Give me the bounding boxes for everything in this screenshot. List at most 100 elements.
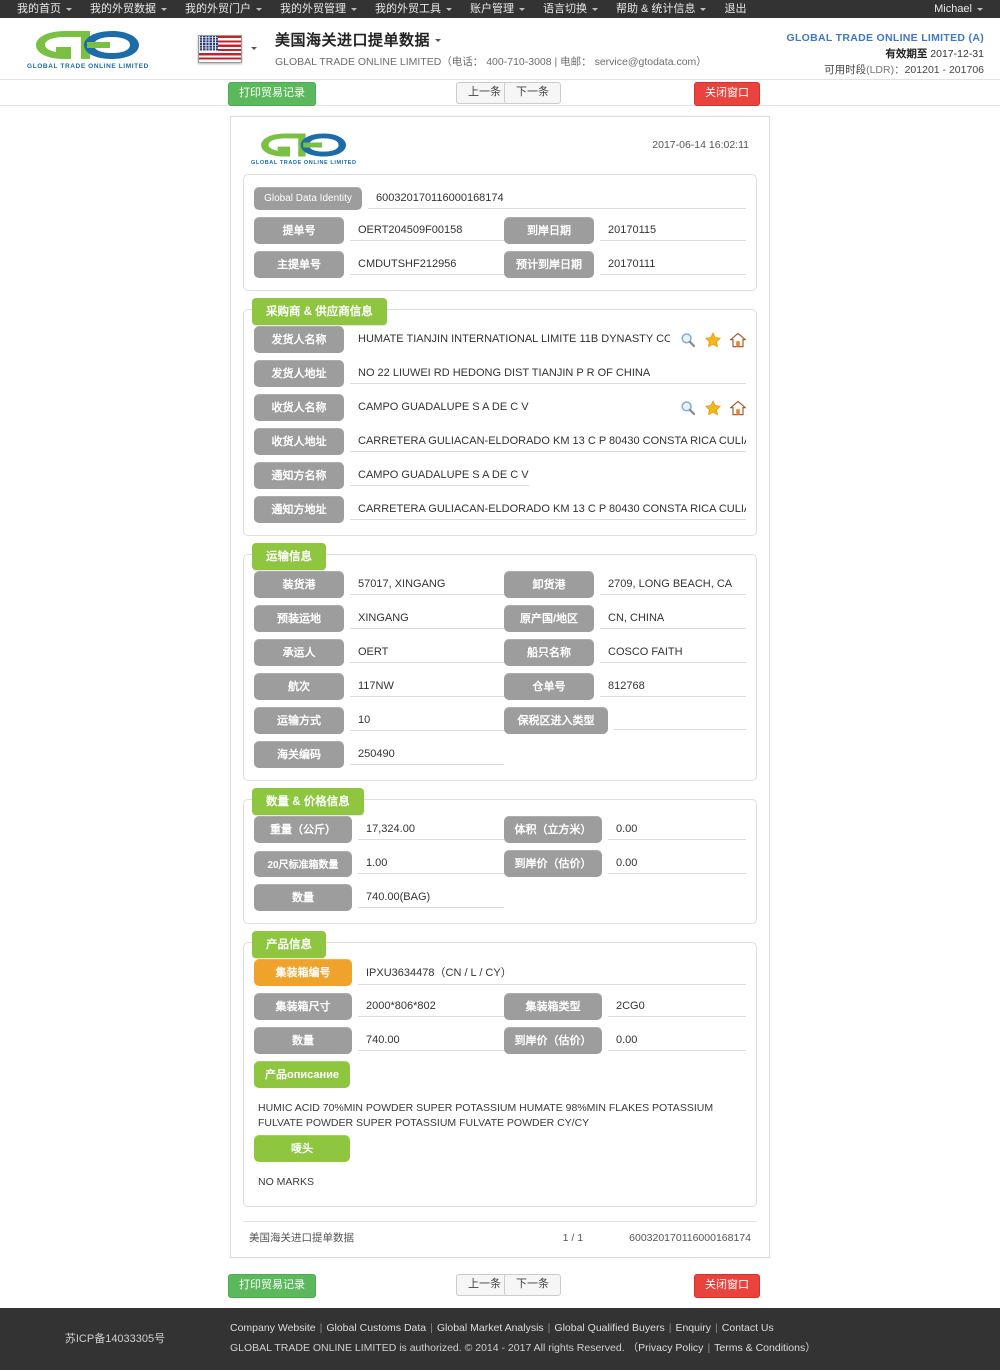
- nav-item-account-management[interactable]: 账户管理: [461, 0, 534, 18]
- weight-row: 重量（公斤） 17,324.00 体积（立方米） 0.00: [254, 816, 746, 843]
- star-icon[interactable]: [705, 331, 721, 348]
- account-ldr-label: 可用时段: [824, 64, 867, 76]
- notify-name-row: 通知方名称 CAMPO GUADALUPE S A DE C V: [254, 462, 746, 489]
- carrier-value: OERT: [350, 643, 504, 663]
- voyage-label: 航次: [254, 673, 344, 700]
- footer-link-global-market-analysis[interactable]: Global Market Analysis: [437, 1322, 544, 1334]
- chevron-down-icon: [251, 47, 257, 50]
- global-data-identity-label: Global Data Identity: [254, 187, 362, 210]
- chevron-down-icon: [435, 39, 442, 43]
- nav-item-trade-management[interactable]: 我的外贸管理: [271, 0, 366, 18]
- footer-link-enquiry[interactable]: Enquiry: [675, 1322, 711, 1334]
- footer-link-global-qualified-buyers[interactable]: Global Qualified Buyers: [554, 1322, 664, 1334]
- page-title: 美国海关进口提单数据: [275, 29, 707, 50]
- volume-value: 0.00: [608, 820, 746, 840]
- page-title-block: 美国海关进口提单数据 GLOBAL TRADE ONLINE LIMITED（电…: [275, 29, 707, 69]
- discharge-port-value: 2709, LONG BEACH, CA: [600, 575, 746, 595]
- home-icon[interactable]: [730, 400, 746, 416]
- account-expiry-value: 2017-12-31: [930, 48, 984, 60]
- port-row: 装货港 57017, XINGANG 卸货港 2709, LONG BEACH,…: [254, 571, 746, 598]
- footer-columns: Company Website | Global Customs Data | Glob…: [230, 1318, 1000, 1358]
- footer-legal-close: ）: [805, 1342, 816, 1354]
- loading-port-value: 57017, XINGANG: [350, 575, 504, 595]
- nav-item-label: 帮助 & 统计信息: [616, 3, 696, 15]
- container-type-value: 2CG0: [608, 997, 746, 1017]
- sheet-footer-source: 美国海关进口提单数据: [249, 1232, 354, 1244]
- user-name-label: Michael: [934, 3, 972, 15]
- shipper-address-label: 发货人地址: [254, 360, 344, 387]
- home-icon[interactable]: [730, 332, 746, 348]
- nav-item-help-stats[interactable]: 帮助 & 统计信息: [607, 0, 715, 18]
- container-size-row: 集装箱尺寸 2000*806*802 集装箱类型 2CG0: [254, 993, 746, 1020]
- consignee-name-row: 收货人名称 CAMPO GUADALUPE S A DE C V: [254, 394, 746, 421]
- footer-separator: |: [707, 1342, 711, 1354]
- pre-carriage-label: 预装运地: [254, 605, 344, 632]
- nav-item-trade-tools[interactable]: 我的外贸工具: [366, 0, 461, 18]
- chevron-down-icon: [592, 7, 598, 11]
- nav-item-trade-data[interactable]: 我的外贸数据: [81, 0, 176, 18]
- sheet-timestamp: 2017-06-14 16:02:11: [652, 139, 749, 151]
- footer-link-terms-conditions[interactable]: Terms & Conditions: [714, 1342, 805, 1354]
- nav-item-user-menu[interactable]: Michael: [925, 0, 992, 18]
- footer-link-company-website[interactable]: Company Website: [230, 1322, 316, 1334]
- shipping-marks-label: 唛头: [254, 1135, 350, 1162]
- consignee-name-value: CAMPO GUADALUPE S A DE C V: [358, 401, 529, 413]
- country-selector[interactable]: [198, 34, 257, 63]
- close-window-button[interactable]: 关闭窗口: [694, 82, 760, 106]
- chevron-down-icon: [351, 7, 357, 11]
- nav-item-language-switch[interactable]: 语言切换: [534, 0, 607, 18]
- nav-item-label: 退出: [724, 3, 747, 15]
- footer-link-contact-us[interactable]: Contact Us: [722, 1322, 774, 1334]
- toolbar-top: 打印贸易记录 上一条 下一条 关闭窗口: [0, 80, 1000, 106]
- chevron-down-icon: [446, 7, 452, 11]
- next-record-button[interactable]: 下一条: [504, 82, 561, 104]
- us-flag-icon: [198, 34, 242, 63]
- nav-item-logout[interactable]: 退出: [715, 0, 755, 18]
- toolbar-bottom: 打印贸易记录 上一条 下一条 关闭窗口: [0, 1272, 1000, 1298]
- chevron-down-icon: [161, 7, 167, 11]
- carrier-row: 承运人 OERT 船只名称 COSCO FAITH: [254, 639, 746, 666]
- nav-item-home[interactable]: 我的首页: [8, 0, 81, 18]
- footer-separator: |: [547, 1322, 551, 1334]
- vessel-name-value: COSCO FAITH: [600, 643, 746, 663]
- transport-mode-label: 运输方式: [254, 707, 344, 734]
- cif-price-label: 到岸价（估价）: [504, 850, 602, 877]
- arrival-date-label: 到岸日期: [504, 217, 594, 244]
- sheet-footer-identity: 600320170116000168174: [629, 1231, 751, 1244]
- search-icon[interactable]: [680, 332, 696, 348]
- nav-item-label: 账户管理: [470, 3, 514, 15]
- transport-mode-row: 运输方式 10 保税区进入类型: [254, 707, 746, 734]
- search-icon[interactable]: [680, 400, 696, 416]
- footer-separator: |: [715, 1322, 718, 1334]
- product-section-title: 产品信息: [252, 931, 326, 958]
- chevron-down-icon: [519, 7, 525, 11]
- logo-subtitle: GLOBAL TRADE ONLINE LIMITED: [251, 160, 357, 166]
- consignee-address-row: 收货人地址 CARRETERA GULIACAN-ELDORADO KM 13 …: [254, 428, 746, 455]
- site-logo[interactable]: GLOBAL TRADE ONLINE LIMITED: [18, 28, 158, 70]
- quantity-section-title: 数量 & 价格信息: [252, 788, 364, 815]
- account-ldr-sub: (LDR)：: [866, 64, 905, 76]
- next-record-button-bottom[interactable]: 下一条: [504, 1274, 561, 1296]
- voyage-value: 117NW: [350, 677, 504, 697]
- star-icon[interactable]: [705, 399, 721, 416]
- quantity-label: 数量: [254, 884, 352, 911]
- notify-name-label: 通知方名称: [254, 462, 344, 489]
- master-bl-label: 主提单号: [254, 251, 344, 278]
- consignee-action-icons: [670, 399, 746, 416]
- footer-link-global-customs-data[interactable]: Global Customs Data: [326, 1322, 426, 1334]
- cif-price-value: 0.00: [608, 854, 746, 874]
- print-record-button[interactable]: 打印贸易记录: [228, 82, 316, 106]
- nav-item-trade-portal[interactable]: 我的外贸门户: [176, 0, 271, 18]
- notify-address-value: CARRETERA GULIACAN-ELDORADO KM 13 C P 80…: [350, 500, 746, 520]
- product-quantity-row: 数量 740.00 到岸价（估价） 0.00: [254, 1027, 746, 1054]
- print-record-button-bottom[interactable]: 打印贸易记录: [228, 1274, 316, 1298]
- close-window-button-bottom[interactable]: 关闭窗口: [694, 1274, 760, 1298]
- notify-address-row: 通知方地址 CARRETERA GULIACAN-ELDORADO KM 13 …: [254, 496, 746, 523]
- weight-value: 17,324.00: [358, 820, 504, 840]
- precarriage-row: 预装运地 XINGANG 原产国/地区 CN, CHINA: [254, 605, 746, 632]
- footer-link-privacy-policy[interactable]: Privacy Policy: [638, 1342, 703, 1354]
- parties-section-title: 采购商 & 供应商信息: [252, 298, 387, 325]
- transport-section-title: 运输信息: [252, 543, 326, 570]
- quantity-row: 数量 740.00(BAG): [254, 884, 746, 911]
- account-expiry-label: 有效期至: [885, 48, 928, 60]
